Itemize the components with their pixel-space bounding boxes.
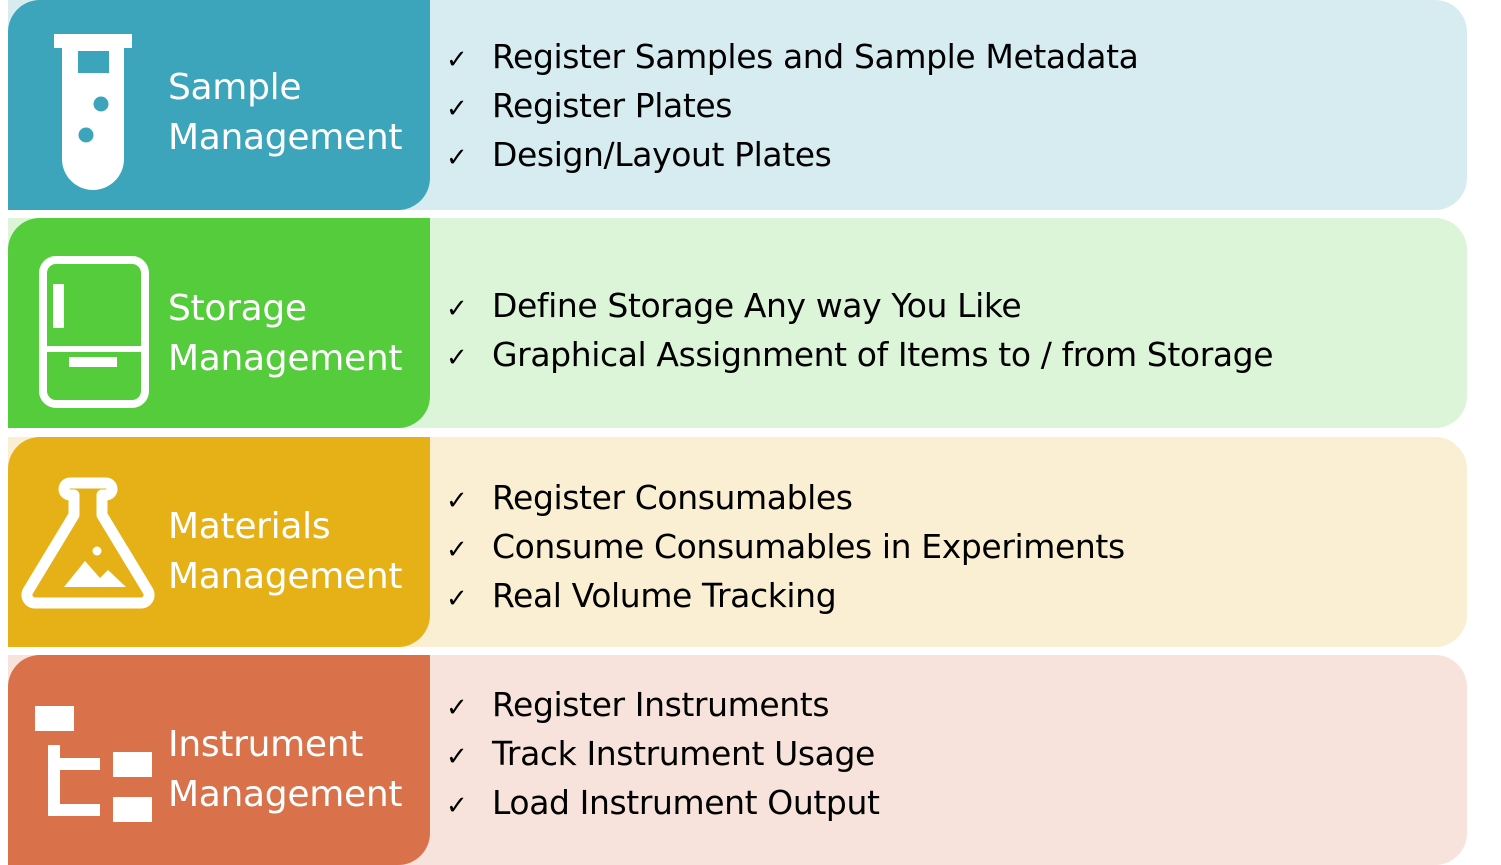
instrument-header-panel: Instrument Management: [8, 655, 430, 865]
section-storage-management: Storage Management ✓ Define Storage Any w…: [8, 218, 1467, 428]
checkmark-icon: ✓: [446, 584, 468, 614]
checkmark-icon: ✓: [446, 486, 468, 516]
checkmark-icon: ✓: [446, 742, 468, 772]
feature-label: Define Storage Any way You Like: [492, 286, 1022, 325]
feature-label: Track Instrument Usage: [492, 734, 875, 773]
section-materials-management: Materials Management ✓ Register Consumabl…: [8, 437, 1467, 647]
checkmark-icon: ✓: [446, 343, 468, 373]
feature-label: Consume Consumables in Experiments: [492, 527, 1125, 566]
storage-title-line2: Management: [168, 338, 403, 379]
feature-label: Register Consumables: [492, 478, 853, 517]
feature-label: Design/Layout Plates: [492, 135, 832, 174]
section-instrument-management: Instrument Management ✓ Register Instrume…: [8, 655, 1467, 865]
checkmark-icon: ✓: [446, 94, 468, 124]
checkmark-icon: ✓: [446, 693, 468, 723]
feature-label: Register Instruments: [492, 685, 830, 724]
materials-feature-list: ✓ Register Consumables ✓ Consume Consumabl…: [446, 475, 1125, 622]
feature-label: Real Volume Tracking: [492, 576, 837, 615]
checkmark-icon: ✓: [446, 791, 468, 821]
instrument-title-line1: Instrument: [168, 724, 364, 765]
sample-title-line1: Sample: [168, 67, 302, 108]
sample-feature-list: ✓ Register Samples and Sample Metadata ✓ R…: [446, 34, 1139, 181]
materials-title-line2: Management: [168, 556, 403, 597]
feature-item: ✓ Register Consumables: [446, 475, 1125, 524]
feature-item: ✓ Define Storage Any way You Like: [446, 283, 1273, 332]
feature-item: ✓ Consume Consumables in Experiments: [446, 524, 1125, 573]
materials-header-panel: Materials Management: [8, 437, 430, 647]
sample-title-line2: Management: [168, 117, 403, 158]
storage-feature-list: ✓ Define Storage Any way You Like ✓ Graphi…: [446, 283, 1274, 381]
checkmark-icon: ✓: [446, 45, 468, 75]
section-sample-management: Sample Management ✓ Register Samples and …: [8, 0, 1467, 210]
sample-header-panel: Sample Management: [8, 0, 430, 210]
feature-label: Graphical Assignment of Items to / from …: [492, 335, 1274, 374]
feature-item: ✓ Real Volume Tracking: [446, 573, 1125, 622]
checkmark-icon: ✓: [446, 535, 468, 565]
storage-header-panel: Storage Management: [8, 218, 430, 428]
feature-label: Register Plates: [492, 86, 733, 125]
feature-item: ✓ Register Plates: [446, 83, 1138, 132]
feature-item: ✓ Graphical Assignment of Items to / from…: [446, 332, 1274, 381]
instrument-feature-list: ✓ Register Instruments ✓ Track Instrument …: [446, 682, 880, 829]
feature-label: Register Samples and Sample Metadata: [492, 37, 1139, 76]
feature-item: ✓ Load Instrument Output: [446, 780, 880, 829]
checkmark-icon: ✓: [446, 294, 468, 324]
feature-item: ✓ Design/Layout Plates: [446, 132, 1138, 181]
materials-title-line1: Materials: [168, 506, 331, 547]
feature-item: ✓ Track Instrument Usage: [446, 731, 880, 780]
instrument-title-line2: Management: [168, 774, 403, 815]
feature-item: ✓ Register Instruments: [446, 682, 880, 731]
feature-item: ✓ Register Samples and Sample Metadata: [446, 34, 1139, 83]
feature-label: Load Instrument Output: [492, 783, 880, 822]
storage-title-line1: Storage: [168, 288, 307, 329]
checkmark-icon: ✓: [446, 143, 468, 173]
